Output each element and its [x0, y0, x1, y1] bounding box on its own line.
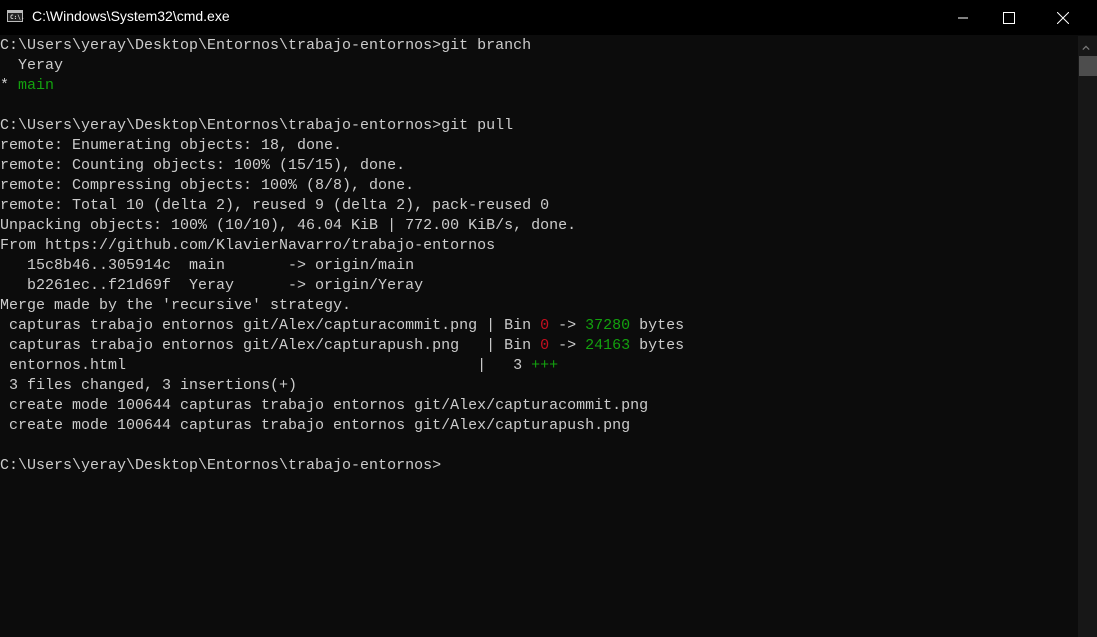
- console-line: C:\Users\yeray\Desktop\Entornos\trabajo-…: [0, 456, 1078, 476]
- scrollbar-thumb[interactable]: [1079, 56, 1097, 76]
- console-line: entornos.html | 3 +++: [0, 356, 1078, 376]
- console-line: capturas trabajo entornos git/Alex/captu…: [0, 316, 1078, 336]
- output-text: bytes: [630, 317, 685, 334]
- minimize-icon: [958, 17, 968, 18]
- output-text: create mode 100644 capturas trabajo ento…: [0, 417, 631, 434]
- colored-output-text: 37280: [585, 317, 631, 334]
- output-text: entornos.html | 3: [0, 357, 532, 374]
- output-text: 3 files changed, 3 insertions(+): [0, 377, 298, 394]
- output-text: remote: Compressing objects: 100% (8/8),…: [0, 177, 415, 194]
- console-line: remote: Total 10 (delta 2), reused 9 (de…: [0, 196, 1078, 216]
- output-text: create mode 100644 capturas trabajo ento…: [0, 397, 649, 414]
- output-text: b2261ec..f21d69f Yeray -> origin/Yeray: [0, 277, 424, 294]
- console-line: remote: Counting objects: 100% (15/15), …: [0, 156, 1078, 176]
- output-text: ->: [549, 317, 586, 334]
- output-text: remote: Enumerating objects: 18, done.: [0, 137, 343, 154]
- console-line: 15c8b46..305914c main -> origin/main: [0, 256, 1078, 276]
- console-line: Unpacking objects: 100% (10/10), 46.04 K…: [0, 216, 1078, 236]
- console-line: b2261ec..f21d69f Yeray -> origin/Yeray: [0, 276, 1078, 296]
- console-line: C:\Users\yeray\Desktop\Entornos\trabajo-…: [0, 36, 1078, 56]
- maximize-icon: [1003, 11, 1015, 24]
- console-line: Merge made by the 'recursive' strategy.: [0, 296, 1078, 316]
- console-line: remote: Enumerating objects: 18, done.: [0, 136, 1078, 156]
- colored-output-text: 0: [540, 317, 550, 334]
- output-text: Unpacking objects: 100% (10/10), 46.04 K…: [0, 217, 577, 234]
- output-text: From https://github.com/KlavierNavarro/t…: [0, 237, 496, 254]
- console-line: C:\Users\yeray\Desktop\Entornos\trabajo-…: [0, 116, 1078, 136]
- output-text: C:\Users\yeray\Desktop\Entornos\trabajo-…: [0, 457, 442, 474]
- cmd-icon-text: C:\.: [10, 14, 25, 21]
- maximize-button[interactable]: [986, 0, 1032, 35]
- scroll-up-arrow-icon[interactable]: [1082, 44, 1090, 52]
- console-line: create mode 100644 capturas trabajo ento…: [0, 416, 1078, 436]
- close-button[interactable]: [1040, 0, 1086, 35]
- output-text: *: [0, 77, 19, 94]
- console-line: From https://github.com/KlavierNavarro/t…: [0, 236, 1078, 256]
- minimize-button[interactable]: [940, 0, 986, 35]
- console-line: 3 files changed, 3 insertions(+): [0, 376, 1078, 396]
- output-text: C:\Users\yeray\Desktop\Entornos\trabajo-…: [0, 117, 514, 134]
- title-bar[interactable]: C:\. C:\Windows\System32\cmd.exe: [0, 0, 1097, 35]
- console-line: * main: [0, 76, 1078, 96]
- vertical-scrollbar[interactable]: [1078, 36, 1097, 637]
- output-text: remote: Total 10 (delta 2), reused 9 (de…: [0, 197, 550, 214]
- console-line: create mode 100644 capturas trabajo ento…: [0, 396, 1078, 416]
- colored-output-text: +++: [531, 357, 559, 374]
- output-text: Yeray: [0, 57, 64, 74]
- console-line: capturas trabajo entornos git/Alex/captu…: [0, 336, 1078, 356]
- output-text: remote: Counting objects: 100% (15/15), …: [0, 157, 406, 174]
- output-text: capturas trabajo entornos git/Alex/captu…: [0, 317, 541, 334]
- cmd-icon: C:\.: [7, 10, 25, 22]
- output-text: capturas trabajo entornos git/Alex/captu…: [0, 337, 541, 354]
- colored-output-text: main: [18, 77, 55, 94]
- console-output[interactable]: C:\Users\yeray\Desktop\Entornos\trabajo-…: [0, 36, 1078, 637]
- output-text: ->: [549, 337, 586, 354]
- output-text: 15c8b46..305914c main -> origin/main: [0, 257, 415, 274]
- colored-output-text: 0: [540, 337, 550, 354]
- colored-output-text: 24163: [585, 337, 631, 354]
- console-line: remote: Compressing objects: 100% (8/8),…: [0, 176, 1078, 196]
- output-text: Merge made by the 'recursive' strategy.: [0, 297, 352, 314]
- output-text: C:\Users\yeray\Desktop\Entornos\trabajo-…: [0, 37, 532, 54]
- close-icon: [1057, 11, 1069, 24]
- console-line: Yeray: [0, 56, 1078, 76]
- output-text: bytes: [630, 337, 685, 354]
- window-title: C:\Windows\System32\cmd.exe: [32, 8, 230, 24]
